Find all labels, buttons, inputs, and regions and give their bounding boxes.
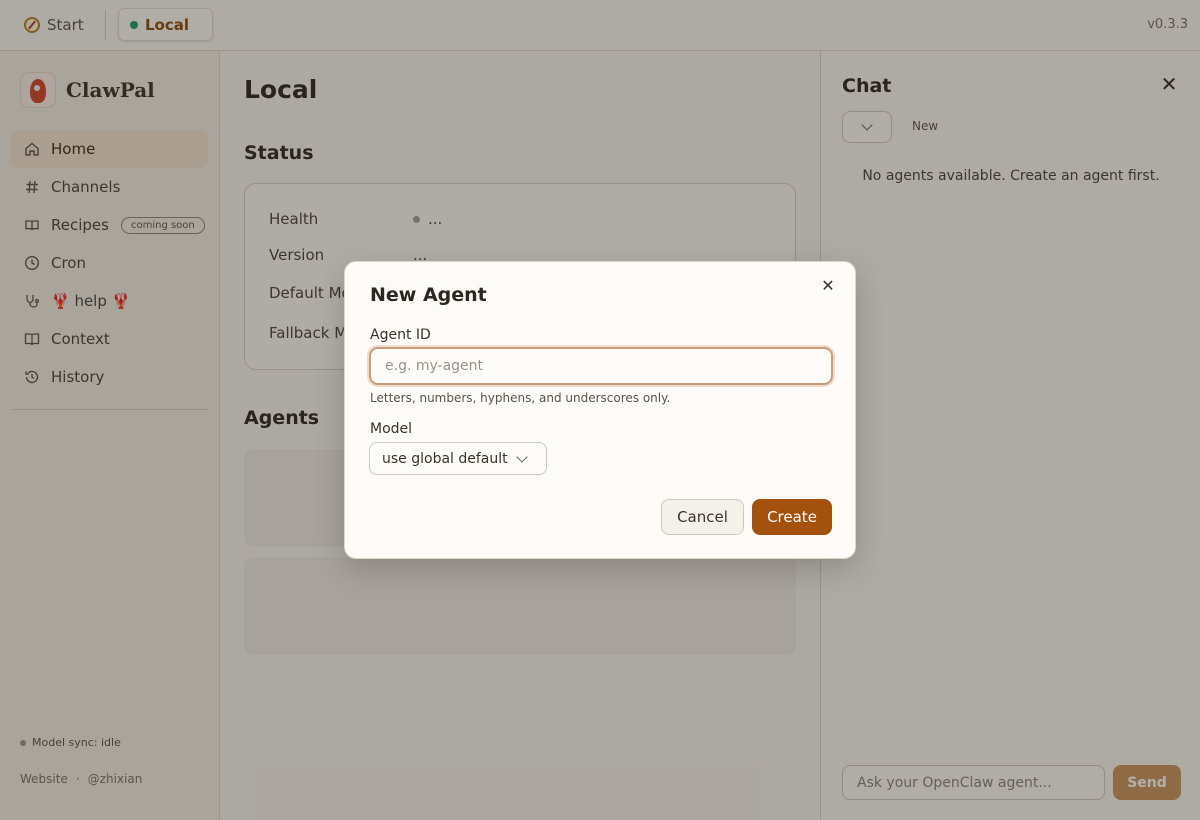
model-label: Model	[370, 421, 413, 437]
chevron-down-icon	[515, 450, 528, 463]
new-agent-dialog: New Agent ✕ Agent ID Letters, numbers, h…	[344, 261, 856, 559]
agent-id-label: Agent ID	[370, 327, 431, 343]
model-select-value: use global default	[382, 450, 508, 467]
dialog-title: New Agent	[370, 284, 487, 306]
agent-id-input[interactable]	[369, 347, 833, 385]
model-select[interactable]: use global default	[369, 442, 547, 475]
agent-id-hint: Letters, numbers, hyphens, and underscor…	[370, 391, 671, 405]
close-icon[interactable]: ✕	[818, 276, 838, 296]
create-button[interactable]: Create	[752, 499, 832, 535]
cancel-button[interactable]: Cancel	[661, 499, 744, 535]
